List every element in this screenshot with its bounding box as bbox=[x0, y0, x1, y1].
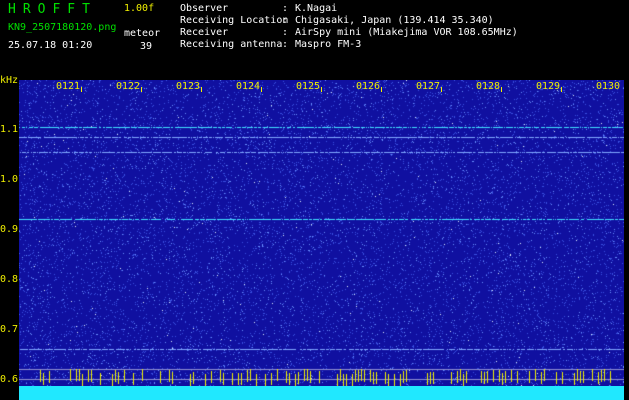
info-separator: : bbox=[282, 15, 289, 26]
y-tick-label: 1.0 bbox=[0, 174, 19, 185]
y-tick-label: 1.1 bbox=[0, 124, 19, 135]
x-tick-label: 0125 bbox=[296, 81, 321, 92]
meteor-count: 39 bbox=[140, 41, 153, 52]
x-tick-mark bbox=[141, 87, 142, 92]
x-tick-label: 0130 bbox=[596, 81, 621, 92]
y-tick-label: 0.9 bbox=[0, 224, 19, 235]
x-tick-mark bbox=[501, 87, 502, 92]
x-tick-label: 0128 bbox=[476, 81, 501, 92]
x-tick-mark bbox=[261, 87, 262, 92]
x-tick-label: 0124 bbox=[236, 81, 261, 92]
x-tick-mark bbox=[81, 87, 82, 92]
x-tick-mark bbox=[321, 87, 322, 92]
location-value: Chigasaki, Japan (139.414 35.340) bbox=[295, 15, 494, 26]
y-axis-unit: kHz bbox=[0, 75, 19, 86]
receiver-key: Receiver bbox=[180, 27, 229, 38]
x-tick-label: 0123 bbox=[176, 81, 201, 92]
brand-title: HROFFT bbox=[8, 2, 97, 17]
y-tick-label: 0.6 bbox=[0, 374, 19, 385]
datetime-label: 25.07.18 01:20 bbox=[8, 40, 93, 51]
spectrogram-canvas bbox=[19, 80, 624, 386]
observer-key: Observer bbox=[180, 3, 229, 14]
baseline-band bbox=[19, 386, 624, 400]
x-tick-label: 0121 bbox=[56, 81, 81, 92]
x-tick-label: 0126 bbox=[356, 81, 381, 92]
x-tick-mark bbox=[441, 87, 442, 92]
x-tick-mark bbox=[201, 87, 202, 92]
observer-value: K.Nagai bbox=[295, 3, 338, 14]
spectrogram bbox=[19, 80, 624, 400]
x-tick-mark bbox=[381, 87, 382, 92]
meteor-label: meteor bbox=[124, 28, 161, 39]
x-tick-label: 0122 bbox=[116, 81, 141, 92]
antenna-key: Receiving antenna bbox=[180, 39, 283, 50]
x-tick-label: 0127 bbox=[416, 81, 441, 92]
header-panel: HROFFT 1.00f KN9_2507180120.png 25.07.18… bbox=[0, 0, 629, 74]
antenna-value: Maspro FM-3 bbox=[295, 39, 362, 50]
info-separator: : bbox=[282, 3, 289, 14]
filename-label: KN9_2507180120.png bbox=[8, 22, 117, 33]
info-separator: : bbox=[282, 39, 289, 50]
y-tick-label: 0.7 bbox=[0, 324, 19, 335]
x-tick-mark bbox=[561, 87, 562, 92]
info-separator: : bbox=[282, 27, 289, 38]
y-tick-label: 0.8 bbox=[0, 274, 19, 285]
receiver-value: AirSpy mini (Miakejima VOR 108.65MHz) bbox=[295, 27, 518, 38]
x-tick-label: 0129 bbox=[536, 81, 561, 92]
version-label: 1.00f bbox=[124, 3, 155, 14]
location-key: Receiving Location bbox=[180, 15, 289, 26]
